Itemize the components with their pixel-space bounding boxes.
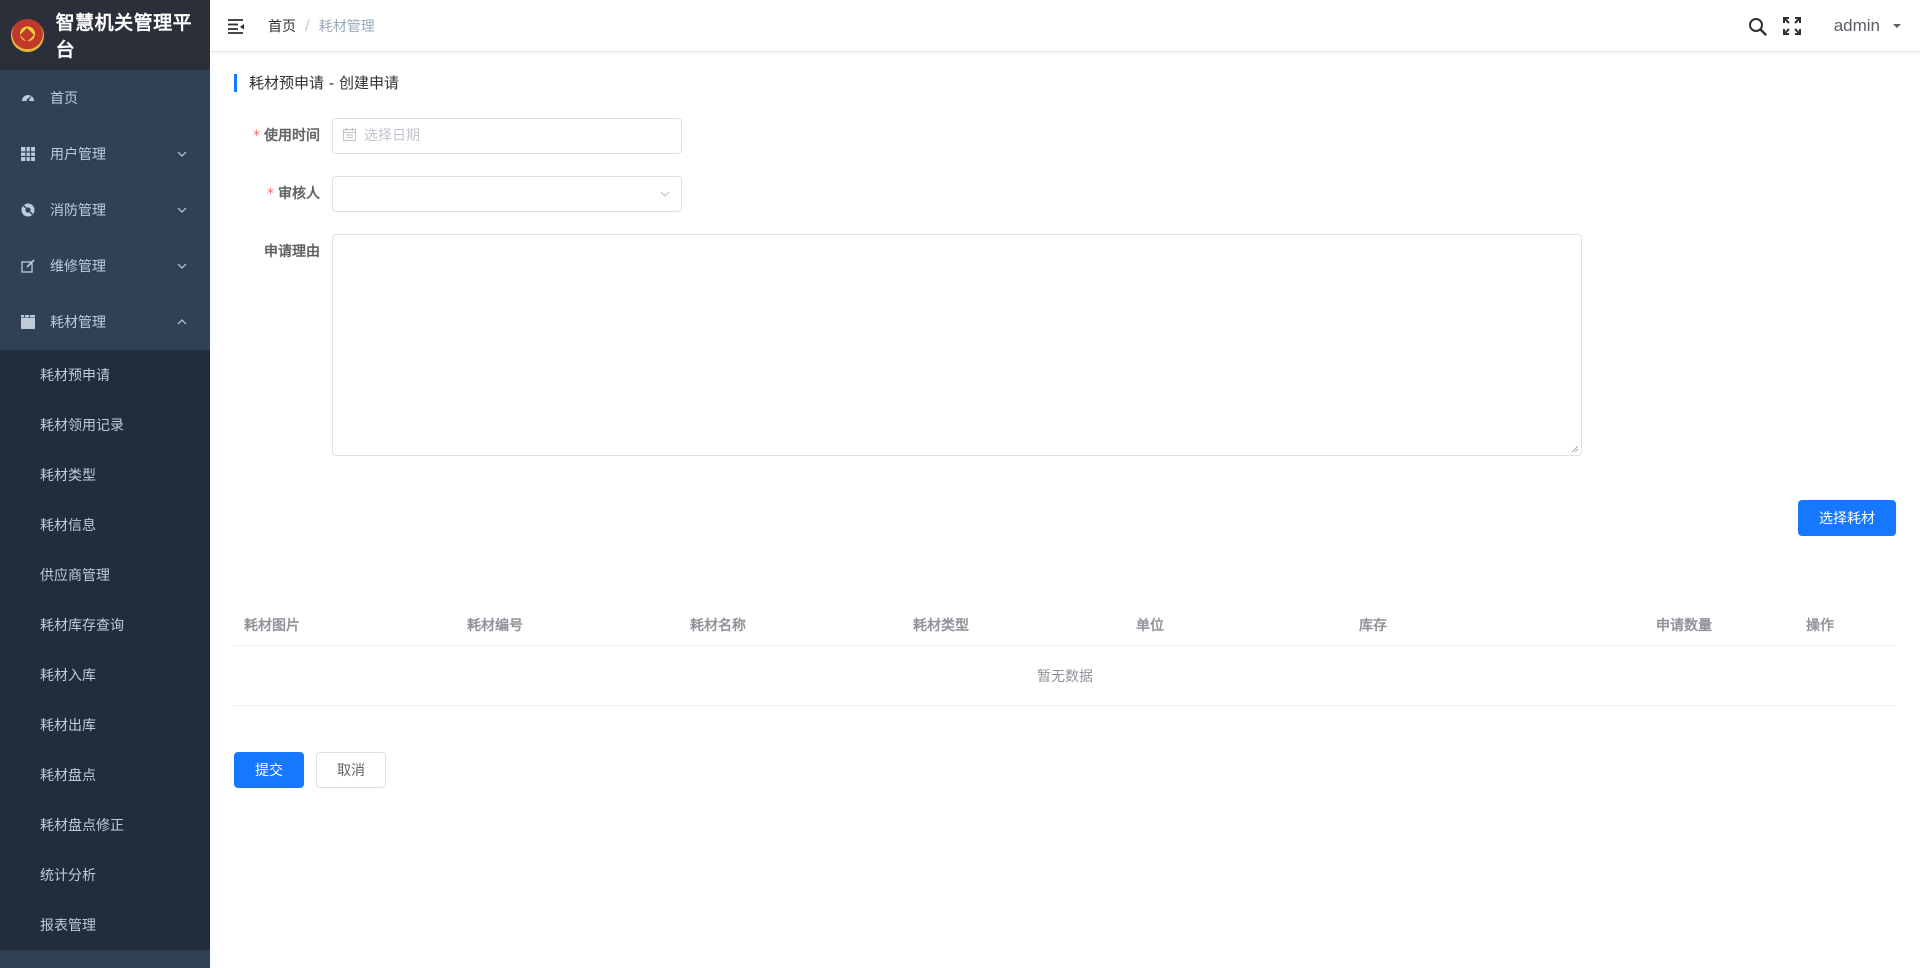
logo-area: 智慧机关管理平台: [0, 0, 210, 70]
resize-grip-icon[interactable]: [1571, 445, 1579, 453]
submenu-item[interactable]: 耗材信息: [0, 500, 210, 550]
chevron-down-icon: [660, 191, 670, 197]
reviewer-label: * 审核人: [234, 176, 332, 212]
column-header: 耗材类型: [913, 617, 969, 634]
table-empty-text: 暂无数据: [234, 646, 1896, 706]
clapper-icon: [20, 314, 36, 330]
sidebar-item-label: 首页: [50, 91, 78, 107]
sidebar-item-label: 用户管理: [50, 147, 106, 163]
breadcrumb-current: 耗材管理: [318, 18, 375, 35]
search-icon[interactable]: [1748, 16, 1768, 36]
lifebuoy-icon: [20, 202, 36, 218]
sidebar-item-repair[interactable]: 维修管理: [0, 238, 210, 294]
sidebar-item-label: 消防管理: [50, 203, 106, 219]
date-picker[interactable]: [332, 118, 682, 154]
main-content: 耗材预申请 - 创建申请 *使用时间 *审核人 申请理由 选择耗材 耗材图片 耗…: [210, 52, 1920, 968]
column-header: 耗材名称: [690, 617, 746, 634]
grid-icon: [20, 146, 36, 162]
submenu-item[interactable]: 供应商管理: [0, 550, 210, 600]
top-navbar: 首页 / 耗材管理 admin: [210, 0, 1920, 52]
submenu-item[interactable]: 报表管理: [0, 900, 210, 950]
use-time-input[interactable]: [364, 128, 644, 144]
reason-label: 申请理由: [264, 244, 320, 260]
submenu-item[interactable]: 耗材盘点修正: [0, 800, 210, 850]
chevron-down-icon: [177, 263, 187, 269]
emblem-logo: [11, 18, 44, 52]
submenu-item[interactable]: 耗材盘点: [0, 750, 210, 800]
select-material-button[interactable]: 选择耗材: [1798, 500, 1896, 536]
reviewer-label-text: 审核人: [278, 186, 320, 202]
cancel-button[interactable]: 取消: [316, 752, 386, 788]
edit-icon: [20, 258, 36, 274]
breadcrumb-separator: /: [305, 17, 310, 34]
submenu-item[interactable]: 耗材入库: [0, 650, 210, 700]
material-table: 耗材图片 耗材编号 耗材名称 耗材类型 单位 库存 申请数量 操作 暂无数据: [234, 604, 1896, 706]
sidebar-item-fire[interactable]: 消防管理: [0, 182, 210, 238]
header-right: admin: [1748, 0, 1920, 52]
sidebar-item-materials[interactable]: 耗材管理: [0, 294, 210, 350]
chevron-up-icon: [177, 319, 187, 325]
calendar-icon: [342, 127, 357, 145]
sidebar: 智慧机关管理平台 首页 用户管理 消防管理 维修管理 耗材管理 耗材预申请 耗材…: [0, 0, 210, 968]
column-header: 耗材编号: [467, 617, 523, 634]
use-time-label: * 使用时间: [234, 118, 332, 154]
form-row-use-time: * 使用时间: [234, 118, 682, 154]
required-mark: *: [253, 128, 260, 144]
submit-button[interactable]: 提交: [234, 752, 304, 788]
column-header: 库存: [1359, 617, 1387, 634]
reviewer-select[interactable]: [332, 176, 682, 212]
chevron-down-icon: [177, 151, 187, 157]
form-row-reason: 申请理由: [234, 234, 1582, 456]
fullscreen-icon[interactable]: [1782, 16, 1802, 36]
submenu-item[interactable]: 耗材库存查询: [0, 600, 210, 650]
submenu-item[interactable]: 耗材出库: [0, 700, 210, 750]
caret-down-icon[interactable]: [1892, 21, 1902, 31]
column-header: 操作: [1806, 617, 1834, 634]
app-title: 智慧机关管理平台: [55, 12, 193, 61]
sidebar-item-label: 维修管理: [50, 259, 106, 275]
dashboard-icon: [20, 90, 36, 106]
column-header: 耗材图片: [244, 617, 300, 634]
form-actions: 提交 取消: [234, 752, 386, 788]
breadcrumb: 首页 / 耗材管理: [268, 16, 375, 36]
form-row-reviewer: * 审核人: [234, 176, 682, 212]
menu-fold-icon[interactable]: [227, 17, 245, 35]
sidebar-item-users[interactable]: 用户管理: [0, 126, 210, 182]
use-time-label-text: 使用时间: [264, 128, 320, 144]
sidebar-item-home[interactable]: 首页: [0, 70, 210, 126]
submenu-item[interactable]: 耗材类型: [0, 450, 210, 500]
column-header: 申请数量: [1656, 617, 1712, 634]
user-name[interactable]: admin: [1834, 16, 1880, 36]
submenu-item[interactable]: 耗材领用记录: [0, 400, 210, 450]
submenu-item[interactable]: 耗材预申请: [0, 350, 210, 400]
reason-textarea[interactable]: [332, 234, 1582, 456]
table-header: 耗材图片 耗材编号 耗材名称 耗材类型 单位 库存 申请数量 操作: [234, 604, 1896, 646]
page-title: 耗材预申请 - 创建申请: [234, 74, 399, 92]
required-mark: *: [267, 186, 274, 202]
submenu-item[interactable]: 统计分析: [0, 850, 210, 900]
chevron-down-icon: [177, 207, 187, 213]
breadcrumb-home[interactable]: 首页: [268, 16, 296, 36]
sidebar-item-label: 耗材管理: [50, 315, 106, 331]
column-header: 单位: [1136, 617, 1164, 634]
submenu-materials: 耗材预申请 耗材领用记录 耗材类型 耗材信息 供应商管理 耗材库存查询 耗材入库…: [0, 350, 210, 950]
